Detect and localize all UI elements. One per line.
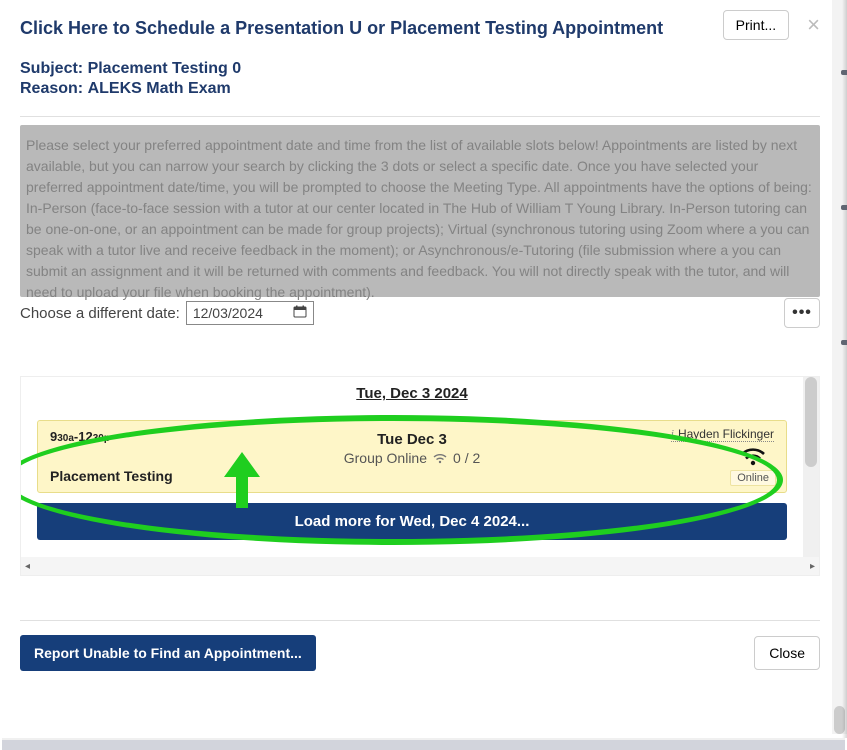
modal-header: Click Here to Schedule a Presentation U …	[20, 10, 820, 40]
appointment-modal: Click Here to Schedule a Presentation U …	[0, 0, 840, 681]
slot-time: 930a-1230p	[50, 429, 110, 444]
info-icon: i	[671, 428, 674, 440]
load-more-button[interactable]: Load more for Wed, Dec 4 2024...	[37, 503, 787, 540]
modal-body: Please select your preferred appointment…	[20, 117, 820, 671]
scroll-left-icon[interactable]: ◂	[25, 561, 30, 572]
appointment-slot[interactable]: 930a-1230p Tue Dec 3 Group Online 0 / 2 …	[37, 420, 787, 493]
slot-type-badge: Online	[730, 470, 776, 486]
close-button[interactable]: Close	[754, 636, 820, 670]
scroll-right-icon[interactable]: ▸	[810, 561, 815, 572]
slot-date-title: Tue Dec 3	[50, 431, 774, 448]
more-options-button[interactable]: •••	[784, 298, 820, 328]
instructions-box: Please select your preferred appointment…	[20, 125, 820, 297]
page-scrollbar-vertical[interactable]	[832, 0, 847, 734]
schedule-frame: Tue, Dec 3 2024 930a-1230p Tue Dec 3 Gro…	[20, 376, 820, 576]
divider	[20, 620, 820, 621]
scrollbar-vertical[interactable]	[803, 377, 819, 557]
choose-date-label: Choose a different date:	[20, 305, 180, 322]
modal-footer: Report Unable to Find an Appointment... …	[20, 635, 820, 671]
date-heading: Tue, Dec 3 2024	[37, 385, 787, 402]
subject-line: Subject: Placement Testing 0	[20, 60, 820, 78]
slot-capacity: Group Online 0 / 2	[50, 450, 774, 466]
report-button[interactable]: Report Unable to Find an Appointment...	[20, 635, 316, 671]
slot-tutor[interactable]: i Hayden Flickinger	[671, 427, 774, 442]
subject-label: Subject:	[20, 60, 88, 77]
wifi-icon	[740, 447, 766, 467]
reason-line: Reason: ALEKS Math Exam	[20, 80, 820, 98]
date-input[interactable]: 12/03/2024	[186, 301, 314, 325]
reason-label: Reason:	[20, 80, 88, 97]
print-button[interactable]: Print...	[723, 10, 789, 40]
reason-value: ALEKS Math Exam	[88, 80, 231, 97]
subject-value: Placement Testing 0	[88, 60, 242, 77]
scrollbar-horizontal[interactable]: ◂ ▸	[21, 557, 819, 575]
schedule-title-link[interactable]: Click Here to Schedule a Presentation U …	[20, 10, 663, 39]
wifi-icon	[433, 453, 447, 464]
page-scrollbar-horizontal[interactable]	[2, 738, 845, 750]
calendar-icon[interactable]	[293, 305, 307, 321]
close-icon[interactable]: ×	[807, 10, 820, 36]
slot-service: Placement Testing	[50, 468, 173, 484]
choose-date-row: Choose a different date: 12/03/2024 •••	[20, 298, 820, 328]
date-value: 12/03/2024	[193, 305, 263, 321]
